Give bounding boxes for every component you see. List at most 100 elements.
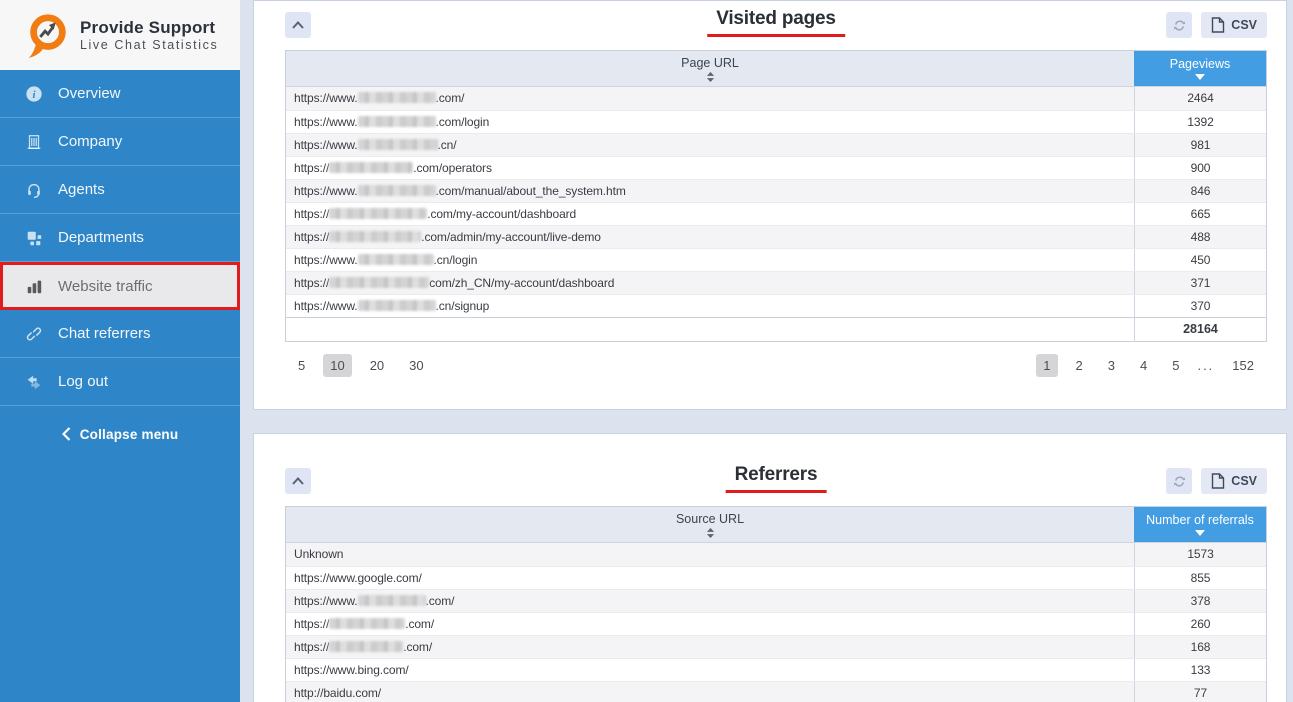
page-number-button[interactable]: 5 [1165, 354, 1186, 377]
sidebar-item-label: Overview [58, 85, 121, 102]
file-icon [1211, 473, 1225, 489]
source-url-cell: Unknown [286, 543, 1134, 566]
column-header-referrals[interactable]: Number of referrals [1134, 507, 1266, 542]
pageviews-cell: 450 [1134, 249, 1266, 271]
page-size-button[interactable]: 30 [402, 354, 430, 377]
source-url-cell: https://www..com/ [286, 590, 1134, 612]
source-url-cell: http://baidu.com/ [286, 682, 1134, 702]
url-prefix: https:// [294, 207, 329, 221]
referrers-panel: Referrers CSV [253, 433, 1287, 702]
referrers-header: Referrers CSV [285, 462, 1267, 500]
url-prefix: https:// [294, 617, 329, 631]
table-total-row: 28164 [286, 317, 1266, 341]
brand-title: Provide Support [80, 18, 218, 38]
panel-actions: CSV [1166, 468, 1267, 494]
page-url-cell: https://www. .cn/ [286, 134, 1134, 156]
url-suffix: .com/manual/about_the_system.htm [436, 184, 626, 198]
table-row: https://.com/ 260 [286, 612, 1266, 635]
redacted-url-segment [329, 641, 403, 652]
url-suffix: .cn/login [434, 253, 478, 267]
page-number-button[interactable]: 3 [1101, 354, 1122, 377]
redacted-url-segment [358, 92, 436, 103]
sidebar-item-agents[interactable]: Agents [0, 166, 240, 214]
sidebar-item-log-out[interactable]: Log out [0, 358, 240, 406]
sidebar-item-overview[interactable]: i Overview [0, 70, 240, 118]
page-url-cell: https://www..com/login [286, 111, 1134, 133]
table-row: https://www..com/manual/about_the_system… [286, 179, 1266, 202]
url-suffix: .com/ [403, 640, 432, 654]
column-header-source-url[interactable]: Source URL [286, 507, 1134, 542]
page-size-button[interactable]: 10 [323, 354, 351, 377]
redacted-url-segment [329, 618, 405, 629]
last-page-button[interactable]: 152 [1225, 354, 1261, 377]
column-header-label: Pageviews [1170, 57, 1230, 71]
csv-export-button[interactable]: CSV [1201, 468, 1267, 494]
table-row: https://.com/admin/my-account/live-demo … [286, 225, 1266, 248]
url-suffix: .com/ [436, 91, 465, 105]
refresh-icon [1172, 474, 1187, 489]
page-size-button[interactable]: 5 [291, 354, 312, 377]
svg-text:i: i [33, 89, 36, 101]
table-row: https://www..com/ 2464 [286, 87, 1266, 110]
pageviews-cell: 371 [1134, 272, 1266, 294]
column-header-page-url[interactable]: Page URL [286, 51, 1134, 86]
sidebar-item-website-traffic[interactable]: Website traffic [0, 262, 240, 310]
visited-pages-header: Visited pages CSV [285, 6, 1267, 44]
visited-pages-table: Page URL Pageviews https://www..com/ 246… [285, 50, 1267, 342]
redacted-url-segment [358, 139, 438, 150]
url-prefix: https://www. [294, 253, 358, 267]
url-prefix: https://www. [294, 115, 358, 129]
redacted-url-segment [329, 277, 429, 288]
url-suffix: .cn/ [438, 138, 457, 152]
visited-pages-panel: Visited pages CSV [253, 0, 1287, 410]
panel-title: Visited pages [707, 6, 845, 37]
sidebar-nav: i Overview Company [0, 70, 240, 406]
redacted-url-segment [358, 595, 426, 606]
collapse-panel-button[interactable] [285, 12, 311, 38]
chevron-left-icon [62, 427, 71, 441]
collapse-panel-button[interactable] [285, 468, 311, 494]
pageviews-cell: 846 [1134, 180, 1266, 202]
column-header-label: Source URL [676, 512, 744, 526]
page-size-button[interactable]: 20 [363, 354, 391, 377]
sidebar: Provide Support Live Chat Statistics i O… [0, 0, 240, 702]
sidebar-item-company[interactable]: Company [0, 118, 240, 166]
sidebar-item-label: Company [58, 133, 122, 150]
sidebar-item-label: Departments [58, 229, 144, 246]
redacted-url-segment [358, 254, 434, 265]
referrals-cell: 77 [1134, 682, 1266, 702]
pagination-row: 5 10 20 30 1 2 3 4 5 [285, 354, 1267, 377]
url-prefix: https://www. [294, 138, 358, 152]
sidebar-item-departments[interactable]: Departments [0, 214, 240, 262]
csv-export-button[interactable]: CSV [1201, 12, 1267, 38]
source-url-cell: https://www.bing.com/ [286, 659, 1134, 681]
collapse-menu-button[interactable]: Collapse menu [0, 414, 240, 454]
redacted-url-segment [358, 300, 436, 311]
refresh-button[interactable] [1166, 468, 1192, 494]
column-header-pageviews[interactable]: Pageviews [1134, 51, 1266, 86]
panel-actions: CSV [1166, 12, 1267, 38]
csv-button-label: CSV [1231, 18, 1257, 32]
url-prefix: https:// [294, 276, 329, 290]
sidebar-item-chat-referrers[interactable]: Chat referrers [0, 310, 240, 358]
column-header-label: Number of referrals [1146, 513, 1254, 527]
page-number-button[interactable]: 1 [1036, 354, 1057, 377]
page-number-button[interactable]: 2 [1069, 354, 1090, 377]
headset-icon [24, 180, 44, 200]
sort-both-icon [706, 72, 715, 82]
referrals-cell: 260 [1134, 613, 1266, 635]
total-pageviews-cell: 28164 [1134, 318, 1266, 341]
logout-icon [24, 372, 44, 392]
url-prefix: https://www. [294, 299, 358, 313]
chevron-up-icon [291, 476, 305, 486]
page-url-cell: https://www..cn/signup [286, 295, 1134, 317]
sort-desc-icon [1195, 530, 1205, 536]
url-prefix: https:// [294, 161, 329, 175]
table-row: https://.com/ 168 [286, 635, 1266, 658]
sort-both-icon [706, 528, 715, 538]
page-url-cell: https://www..com/ [286, 87, 1134, 110]
referrals-cell: 855 [1134, 567, 1266, 589]
refresh-button[interactable] [1166, 12, 1192, 38]
bar-chart-icon [24, 276, 44, 296]
page-number-button[interactable]: 4 [1133, 354, 1154, 377]
